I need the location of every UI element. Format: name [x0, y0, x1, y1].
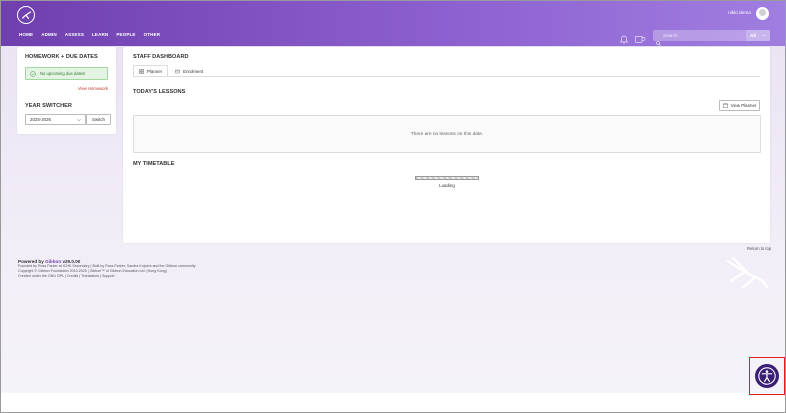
app-window: HOME ADMIN ASSESS LEARN PEOPLE OTHER nik…: [0, 0, 786, 413]
chevron-down-icon: [762, 34, 766, 37]
tab-divider: [133, 76, 760, 77]
view-homework-link[interactable]: View Homework: [78, 86, 108, 91]
calendar-icon: [722, 103, 728, 108]
chevron-down-icon: [77, 119, 81, 122]
loading-bar: [415, 176, 479, 180]
dashboard-title: STAFF DASHBOARD: [133, 54, 189, 60]
gibbon-watermark-icon: [725, 255, 769, 294]
bottom-strip: [1, 393, 785, 412]
search-input[interactable]: [653, 30, 745, 41]
nav-admin[interactable]: ADMIN: [41, 32, 57, 37]
homework-alert-text: No upcoming due dates!: [40, 71, 86, 76]
year-switcher-title: YEAR SWITCHER: [25, 103, 72, 109]
main-nav: HOME ADMIN ASSESS LEARN PEOPLE OTHER: [19, 32, 168, 37]
user-menu[interactable]: nikki demo: [728, 7, 769, 20]
homework-alert: No upcoming due dates!: [25, 67, 108, 80]
tab-planner[interactable]: Planner: [133, 65, 169, 76]
grid-icon: [139, 68, 144, 74]
nav-other[interactable]: OTHER: [144, 32, 161, 37]
view-planner-button[interactable]: View Planner: [719, 100, 760, 111]
footer-line: Created under the GNU GPL | Credits | Tr…: [18, 274, 115, 278]
year-select-value: 2025-2026: [30, 117, 51, 122]
nav-home[interactable]: HOME: [19, 32, 33, 37]
search-scope-select[interactable]: All: [746, 30, 770, 41]
view-planner-label: View Planner: [730, 103, 757, 108]
todays-lessons-title: TODAY'S LESSONS: [133, 89, 186, 95]
enrolment-icon: [175, 69, 180, 74]
tab-planner-label: Planner: [147, 68, 163, 74]
my-timetable-title: MY TIMETABLE: [133, 161, 175, 167]
user-name[interactable]: nikki demo: [728, 11, 751, 16]
accessibility-button[interactable]: [755, 364, 779, 388]
search-box: All: [653, 30, 770, 46]
tab-enrolment[interactable]: Enrolment: [169, 65, 209, 76]
top-bar: HOME ADMIN ASSESS LEARN PEOPLE OTHER nik…: [1, 1, 785, 46]
footer: Powered by Gibbon v29.0.00 Founded by Ro…: [18, 259, 348, 279]
dashboard-tabs: Planner Enrolment: [133, 65, 210, 76]
avatar[interactable]: [756, 7, 769, 20]
tab-enrolment-label: Enrolment: [183, 68, 204, 74]
search-scope-label: All: [750, 33, 756, 38]
switch-button[interactable]: Switch: [86, 114, 111, 125]
year-select[interactable]: 2025-2026: [25, 114, 86, 125]
nav-people[interactable]: PEOPLE: [116, 32, 135, 37]
sidebar: HOMEWORK + DUE DATES No upcoming due dat…: [17, 47, 116, 134]
nav-assess[interactable]: ASSESS: [65, 32, 84, 37]
check-circle-icon: [30, 70, 36, 77]
loading-text: Loading: [439, 183, 455, 188]
return-to-top-link[interactable]: Return to top: [747, 246, 771, 251]
gibbon-logo-icon[interactable]: [17, 6, 35, 24]
nav-learn[interactable]: LEARN: [92, 32, 108, 37]
homework-title: HOMEWORK + DUE DATES: [25, 54, 98, 60]
accessibility-icon: [758, 367, 776, 385]
staff-dashboard-panel: STAFF DASHBOARD Planner Enrolment TODAY'…: [123, 47, 770, 243]
no-lessons-message: There are no lessons on this date.: [133, 115, 761, 153]
